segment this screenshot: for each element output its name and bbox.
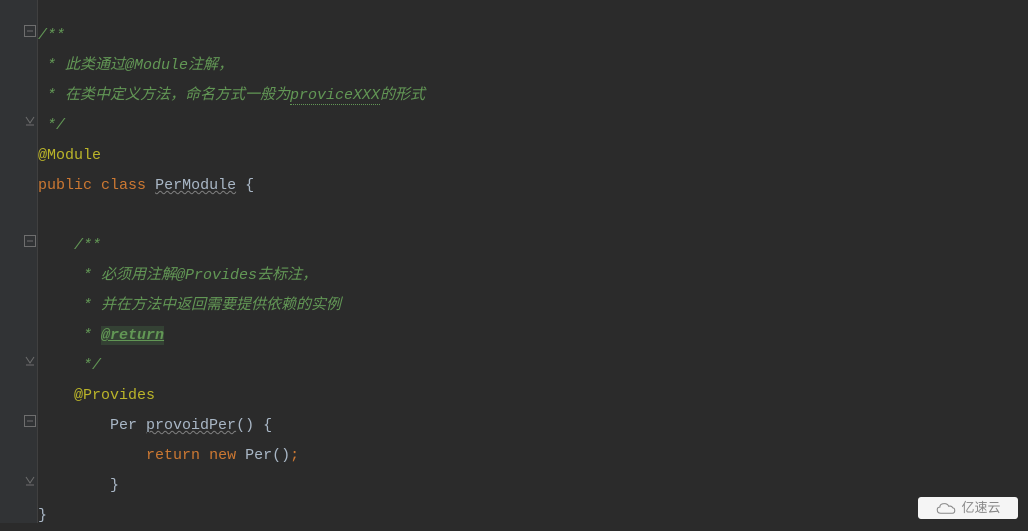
semicolon: ; [290, 447, 299, 464]
annotation-module: @Module [38, 147, 101, 164]
keyword-class: class [101, 177, 146, 194]
gutter [0, 0, 38, 523]
keyword-public: public [38, 177, 92, 194]
doc-comment-line: * 必须用注解@Provides去标注， [74, 267, 317, 284]
constructor-name: Per [245, 447, 272, 464]
doc-comment-start: /** [38, 27, 65, 44]
doc-comment-line: * 并在方法中返回需要提供依赖的实例 [74, 297, 341, 314]
fold-icon-open[interactable] [24, 415, 36, 427]
cloud-icon [935, 501, 957, 515]
brace-open: { [254, 417, 272, 434]
doc-comment-line: 的形式 [380, 87, 425, 104]
brace-close: } [38, 507, 47, 524]
doc-comment-link: proviceXXX [290, 87, 380, 105]
fold-icon-close[interactable] [24, 115, 36, 127]
annotation-provides: @Provides [74, 387, 155, 404]
code-editor[interactable]: /** * 此类通过@Module注解， * 在类中定义方法，命名方式一般为pr… [38, 0, 1028, 531]
doc-comment-end: */ [38, 117, 65, 134]
brace-close: } [110, 477, 119, 494]
fold-icon-open[interactable] [24, 25, 36, 37]
method-name: provoidPer [146, 417, 236, 434]
fold-icon-close[interactable] [24, 475, 36, 487]
doc-comment-start: /** [74, 237, 101, 254]
doc-comment-line: * 在类中定义方法，命名方式一般为 [38, 87, 290, 104]
class-name: PerModule [155, 177, 236, 194]
return-type: Per [110, 417, 137, 434]
keyword-return: return [146, 447, 200, 464]
parens: () [272, 447, 290, 464]
fold-icon-open[interactable] [24, 235, 36, 247]
brace-open: { [236, 177, 254, 194]
parens: () [236, 417, 254, 434]
doc-comment-line: * 此类通过@Module注解， [38, 57, 233, 74]
doc-comment-end: */ [74, 357, 101, 374]
doc-comment-prefix: * [74, 327, 101, 344]
fold-icon-close[interactable] [24, 355, 36, 367]
watermark-logo: 亿速云 [918, 497, 1018, 519]
keyword-new: new [209, 447, 236, 464]
watermark-text: 亿速云 [961, 493, 1000, 523]
doc-tag-return: @return [101, 326, 164, 345]
